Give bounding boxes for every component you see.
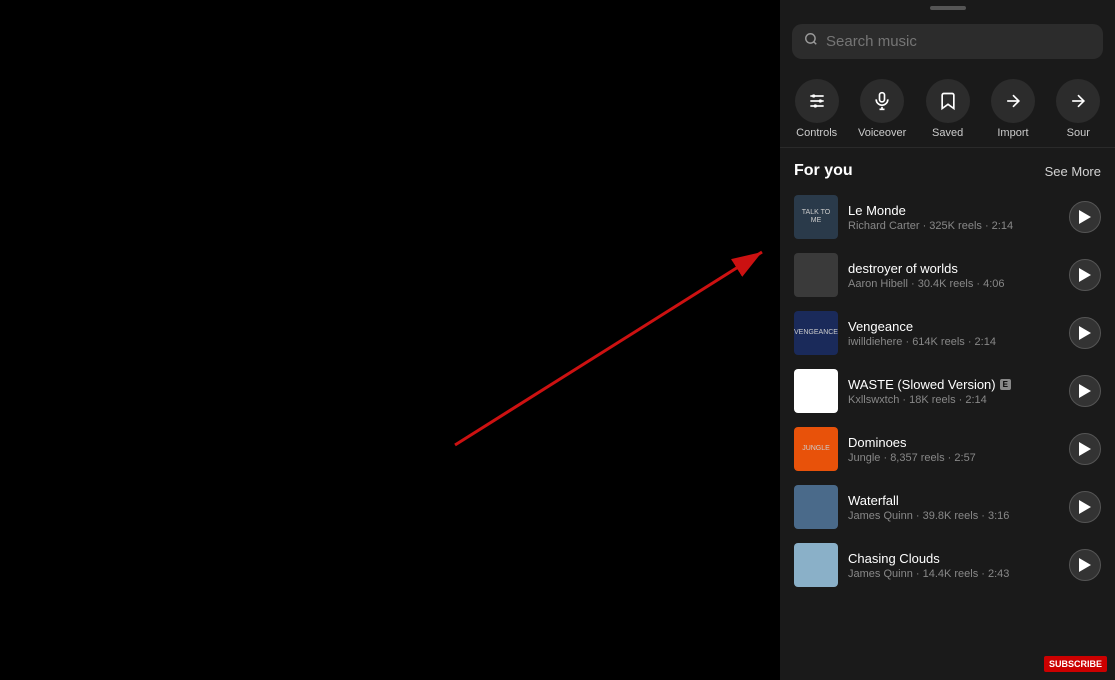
music-info: Chasing Clouds James Quinn · 14.4K reels… [848, 551, 1059, 580]
action-saved[interactable]: Saved [918, 75, 978, 143]
music-thumbnail: JUNGLE [794, 427, 838, 471]
music-title: Le Monde [848, 203, 1059, 218]
play-button[interactable] [1069, 317, 1101, 349]
drag-handle [780, 0, 1115, 12]
music-title: Waterfall [848, 493, 1059, 508]
music-meta: Kxllswxtch · 18K reels · 2:14 [848, 394, 1059, 406]
action-sounds[interactable]: Sour [1048, 75, 1108, 143]
music-info: Waterfall James Quinn · 39.8K reels · 3:… [848, 493, 1059, 522]
music-title: Chasing Clouds [848, 551, 1059, 566]
music-meta: James Quinn · 14.4K reels · 2:43 [848, 568, 1059, 580]
music-info: WASTE (Slowed Version) E Kxllswxtch · 18… [848, 377, 1059, 406]
search-input[interactable] [826, 33, 1091, 50]
import-label: Import [997, 127, 1028, 139]
music-item[interactable]: VENGEANCE Vengeance iwilldiehere · 614K … [788, 304, 1107, 362]
play-button[interactable] [1069, 433, 1101, 465]
music-thumbnail [794, 369, 838, 413]
play-button[interactable] [1069, 201, 1101, 233]
action-controls[interactable]: Controls [787, 75, 847, 143]
music-thumbnail: VENGEANCE [794, 311, 838, 355]
music-list: TALK TO ME Le Monde Richard Carter · 325… [780, 188, 1115, 680]
music-panel: Controls Voiceover Saved [780, 0, 1115, 680]
play-button[interactable] [1069, 549, 1101, 581]
search-icon [804, 32, 818, 51]
subscribe-badge[interactable]: SUBSCRIBE [1044, 656, 1107, 672]
music-meta: Aaron Hibell · 30.4K reels · 4:06 [848, 278, 1059, 290]
music-item[interactable]: TALK TO ME Le Monde Richard Carter · 325… [788, 188, 1107, 246]
music-info: Le Monde Richard Carter · 325K reels · 2… [848, 203, 1059, 232]
section-title: For you [794, 162, 853, 180]
controls-icon-circle [795, 79, 839, 123]
music-item[interactable]: destroyer of worlds Aaron Hibell · 30.4K… [788, 246, 1107, 304]
music-info: Dominoes Jungle · 8,357 reels · 2:57 [848, 435, 1059, 464]
music-meta: iwilldiehere · 614K reels · 2:14 [848, 336, 1059, 348]
explicit-badge: E [1000, 379, 1011, 390]
import-icon-circle [991, 79, 1035, 123]
sounds-label: Sour [1067, 127, 1090, 139]
music-thumbnail [794, 543, 838, 587]
music-meta: Richard Carter · 325K reels · 2:14 [848, 220, 1059, 232]
saved-icon-circle [926, 79, 970, 123]
action-voiceover[interactable]: Voiceover [852, 75, 912, 143]
music-item[interactable]: Waterfall James Quinn · 39.8K reels · 3:… [788, 478, 1107, 536]
play-button[interactable] [1069, 259, 1101, 291]
music-title: Dominoes [848, 435, 1059, 450]
music-item[interactable]: JUNGLE Dominoes Jungle · 8,357 reels · 2… [788, 420, 1107, 478]
section-header: For you See More [780, 148, 1115, 188]
music-info: destroyer of worlds Aaron Hibell · 30.4K… [848, 261, 1059, 290]
sounds-icon-circle [1056, 79, 1100, 123]
arrow-annotation [0, 0, 780, 680]
music-meta: Jungle · 8,357 reels · 2:57 [848, 452, 1059, 464]
music-thumbnail [794, 485, 838, 529]
action-import[interactable]: Import [983, 75, 1043, 143]
play-button[interactable] [1069, 491, 1101, 523]
voiceover-label: Voiceover [858, 127, 906, 139]
music-thumbnail [794, 253, 838, 297]
drag-handle-bar [930, 6, 966, 10]
music-title: WASTE (Slowed Version) E [848, 377, 1059, 392]
music-meta: James Quinn · 39.8K reels · 3:16 [848, 510, 1059, 522]
music-info: Vengeance iwilldiehere · 614K reels · 2:… [848, 319, 1059, 348]
music-title: Vengeance [848, 319, 1059, 334]
music-title: destroyer of worlds [848, 261, 1059, 276]
music-thumbnail: TALK TO ME [794, 195, 838, 239]
controls-label: Controls [796, 127, 837, 139]
music-item[interactable]: WASTE (Slowed Version) E Kxllswxtch · 18… [788, 362, 1107, 420]
play-button[interactable] [1069, 375, 1101, 407]
search-bar[interactable] [792, 24, 1103, 59]
saved-label: Saved [932, 127, 963, 139]
main-content-area [0, 0, 780, 680]
voiceover-icon-circle [860, 79, 904, 123]
quick-actions-bar: Controls Voiceover Saved [780, 67, 1115, 148]
see-more-button[interactable]: See More [1045, 164, 1101, 179]
music-item[interactable]: Chasing Clouds James Quinn · 14.4K reels… [788, 536, 1107, 594]
